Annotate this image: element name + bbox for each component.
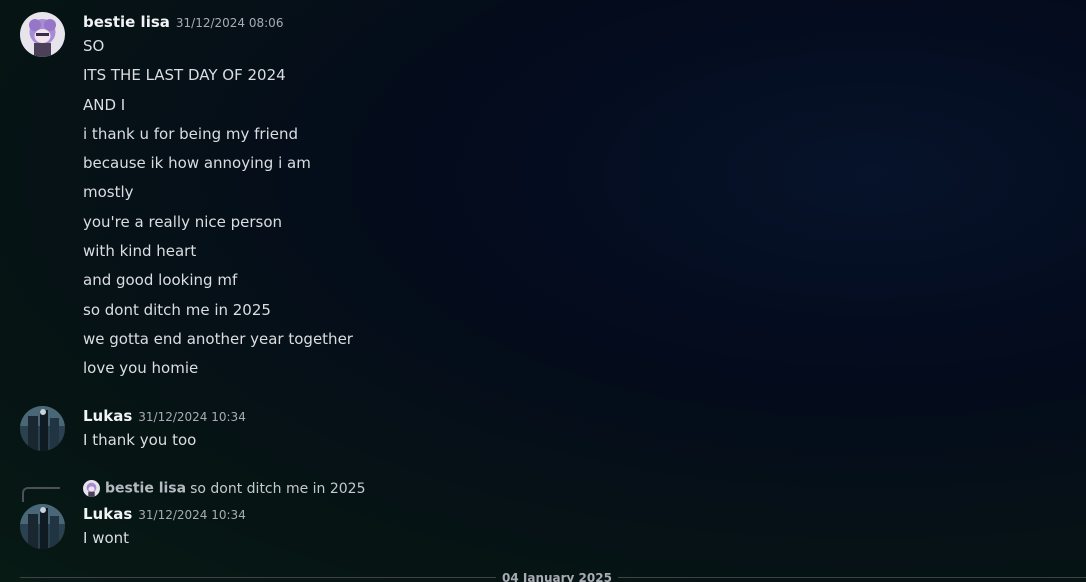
reply-preview-text[interactable]: so dont ditch me in 2025	[190, 481, 365, 497]
message-line: so dont ditch me in 2025	[83, 300, 271, 319]
reply-reference[interactable]: bestie lisa so dont ditch me in 2025	[83, 479, 366, 497]
message-line: I wont	[83, 529, 130, 547]
lisa-avatar-icon[interactable]	[20, 12, 65, 57]
author-name[interactable]: Lukas	[83, 505, 132, 523]
lisa-avatar-icon	[83, 480, 100, 497]
reply-spine	[22, 487, 60, 502]
message-header: bestie lisa 31/12/2024 08:06	[83, 12, 283, 32]
message-timestamp[interactable]: 31/12/2024 08:06	[176, 16, 284, 30]
message-content: I wont	[83, 528, 129, 557]
lukas-avatar-icon[interactable]	[20, 504, 65, 549]
message-line: and good looking mf	[83, 271, 238, 290]
message-line: I thank you too	[83, 431, 197, 449]
message-line: i thank u for being my friend	[83, 124, 298, 143]
message-content: I thank you too	[83, 430, 196, 459]
date-divider-label: 04 January 2025	[496, 570, 618, 582]
message-timestamp[interactable]: 31/12/2024 10:34	[138, 410, 246, 424]
message-line: SO	[83, 37, 105, 55]
message-content: SO ITS THE LAST DAY OF 2024 AND I i than…	[83, 36, 353, 388]
message-line: love you homie	[83, 359, 199, 378]
message-line: AND I	[83, 95, 126, 114]
message-line: we gotta end another year together	[83, 329, 353, 348]
message-line: mostly	[83, 183, 134, 202]
message-line: because ik how annoying i am	[83, 154, 311, 173]
message-header: Lukas 31/12/2024 10:34	[83, 504, 246, 524]
message-timestamp[interactable]: 31/12/2024 10:34	[138, 508, 246, 522]
author-name[interactable]: bestie lisa	[83, 13, 170, 31]
message-header: Lukas 31/12/2024 10:34	[83, 406, 246, 426]
reply-author[interactable]: bestie lisa	[105, 481, 186, 497]
message-line: ITS THE LAST DAY OF 2024	[83, 66, 286, 85]
message-line: you're a really nice person	[83, 212, 283, 231]
message-line: with kind heart	[83, 242, 197, 261]
lukas-avatar-icon[interactable]	[20, 406, 65, 451]
author-name[interactable]: Lukas	[83, 407, 132, 425]
chat-log: bestie lisa 31/12/2024 08:06 SO ITS THE L…	[0, 0, 1086, 582]
